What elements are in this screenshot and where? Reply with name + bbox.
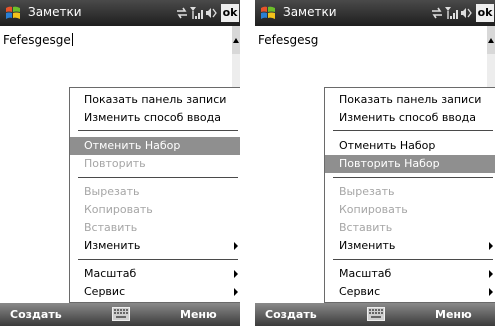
menu-separator: [333, 259, 493, 260]
menu-item-cut[interactable]: Вырезать: [325, 183, 495, 201]
ok-button[interactable]: ok: [221, 4, 239, 22]
create-softkey[interactable]: Создать: [10, 308, 62, 321]
signal-icon[interactable]: [445, 7, 458, 19]
scroll-up-arrow-icon[interactable]: [233, 38, 239, 43]
volume-icon[interactable]: [206, 8, 217, 18]
create-softkey[interactable]: Создать: [265, 308, 317, 321]
menu-separator: [78, 177, 238, 178]
menu-item-edit-label: Изменить: [84, 239, 141, 252]
menu-item-cut[interactable]: Вырезать: [70, 183, 240, 201]
scroll-up-arrow-icon[interactable]: [488, 38, 494, 43]
menu-item-copy[interactable]: Копировать: [70, 201, 240, 219]
menu-item-change-input-method[interactable]: Изменить способ ввода: [70, 109, 240, 127]
menu-item-change-input-method[interactable]: Изменить способ ввода: [325, 109, 495, 127]
connectivity-icon[interactable]: [432, 7, 442, 19]
submenu-arrow-icon: [489, 288, 493, 296]
context-menu: Показать панель записи Изменить способ в…: [324, 87, 495, 303]
menu-item-edit[interactable]: Изменить: [70, 237, 240, 255]
submenu-arrow-icon: [234, 270, 238, 278]
menu-item-paste[interactable]: Вставить: [325, 219, 495, 237]
note-text-value: Fefesgesg: [258, 33, 319, 47]
signal-icon[interactable]: [190, 7, 203, 19]
menu-item-paste[interactable]: Вставить: [70, 219, 240, 237]
note-text[interactable]: Fefesgesge: [3, 33, 73, 47]
menu-item-show-input-panel[interactable]: Показать панель записи: [70, 91, 240, 109]
submenu-arrow-icon: [489, 270, 493, 278]
title-bar: Заметки ok: [0, 0, 240, 26]
menu-separator: [333, 130, 493, 131]
menu-item-undo[interactable]: Отменить Набор: [325, 137, 495, 155]
menu-item-edit-label: Изменить: [339, 239, 396, 252]
note-text-value: Fefesgesge: [3, 33, 71, 47]
submenu-arrow-icon: [234, 288, 238, 296]
keyboard-icon[interactable]: [367, 307, 385, 321]
windows-start-icon[interactable]: [4, 4, 22, 22]
connectivity-icon[interactable]: [177, 7, 187, 19]
app-title: Заметки: [28, 5, 82, 19]
menu-softkey[interactable]: Меню: [435, 308, 472, 321]
volume-icon[interactable]: [461, 8, 472, 18]
screen-right: Заметки ok Fefesgesg Показать панель зап…: [255, 0, 495, 326]
menu-softkey[interactable]: Меню: [180, 308, 217, 321]
keyboard-icon[interactable]: [112, 307, 130, 321]
screen-left: Заметки ok Fefesgesge Показать панель за…: [0, 0, 240, 326]
menu-item-edit[interactable]: Изменить: [325, 237, 495, 255]
menu-item-undo[interactable]: Отменить Набор: [70, 137, 240, 155]
title-bar: Заметки ok: [255, 0, 495, 26]
submenu-arrow-icon: [489, 242, 493, 250]
app-title: Заметки: [283, 5, 337, 19]
menu-separator: [78, 130, 238, 131]
menu-item-zoom-label: Масштаб: [339, 267, 392, 280]
menu-item-redo[interactable]: Повторить: [70, 155, 240, 173]
menu-separator: [333, 177, 493, 178]
menu-item-tools-label: Сервис: [84, 285, 126, 298]
windows-start-icon[interactable]: [259, 4, 277, 22]
menu-separator: [78, 259, 238, 260]
softkey-bar: Создать Меню: [255, 303, 495, 326]
menu-item-copy[interactable]: Копировать: [325, 201, 495, 219]
status-icons[interactable]: [175, 3, 219, 23]
note-text[interactable]: Fefesgesg: [258, 33, 318, 47]
softkey-bar: Создать Меню: [0, 303, 240, 326]
menu-item-tools[interactable]: Сервис: [70, 283, 240, 301]
menu-item-tools-label: Сервис: [339, 285, 381, 298]
context-menu: Показать панель записи Изменить способ в…: [69, 87, 240, 303]
ok-button[interactable]: ok: [476, 4, 494, 22]
menu-item-tools[interactable]: Сервис: [325, 283, 495, 301]
status-icons[interactable]: [430, 3, 474, 23]
menu-item-zoom[interactable]: Масштаб: [325, 265, 495, 283]
text-caret: [71, 33, 73, 46]
menu-item-redo[interactable]: Повторить Набор: [325, 155, 495, 173]
menu-item-zoom-label: Масштаб: [84, 267, 137, 280]
submenu-arrow-icon: [234, 242, 238, 250]
menu-item-show-input-panel[interactable]: Показать панель записи: [325, 91, 495, 109]
menu-item-zoom[interactable]: Масштаб: [70, 265, 240, 283]
